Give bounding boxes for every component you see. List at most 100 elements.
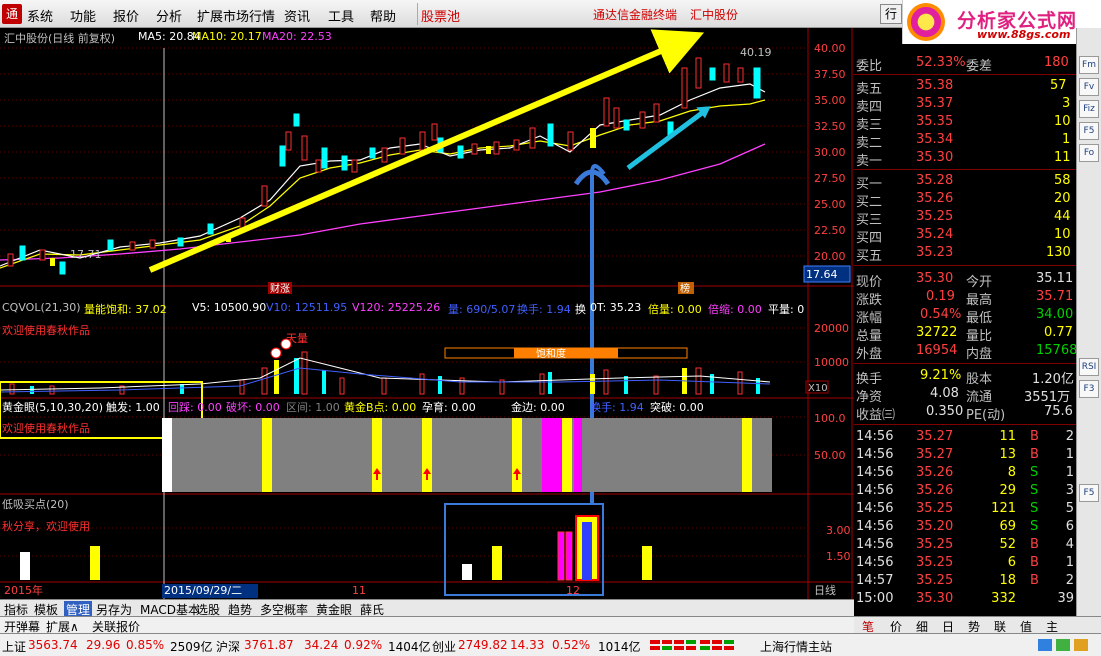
tick-price: 35.27: [916, 447, 954, 462]
ask-row[interactable]: 卖三 35.35 10: [854, 113, 1076, 133]
toolbar-fo-button[interactable]: Fo: [1079, 144, 1099, 162]
menu-system[interactable]: 系统: [27, 6, 53, 25]
tick-price: 35.26: [916, 465, 954, 480]
svg-text:32.50: 32.50: [814, 120, 846, 133]
sz-index-label[interactable]: 沪深: [216, 638, 240, 655]
bid-row[interactable]: 买一 35.28 58: [854, 172, 1076, 192]
toolbar-rsi-button[interactable]: RSI: [1079, 358, 1099, 376]
date-axis: 2015年 2015/09/29/二 11 12 日线: [4, 583, 836, 598]
sh-index-label[interactable]: 上证: [2, 638, 26, 655]
ask-row[interactable]: 卖二 35.34 1: [854, 131, 1076, 151]
toolbar-fv-button[interactable]: Fv: [1079, 78, 1099, 96]
sz-index-value: 3761.87: [244, 638, 294, 652]
ask-row[interactable]: 卖四 35.37 3: [854, 95, 1076, 115]
svg-text:100.0: 100.0: [814, 412, 846, 425]
golden-eye-title: 黄金眼(5,10,30,20): [2, 401, 104, 414]
eye-welcome: 欢迎使用春秋作品: [2, 422, 90, 435]
low-buy-share: 秋分享，欢迎使用: [2, 520, 90, 533]
tick-row[interactable]: 14:56 35.26 8 S 1: [854, 464, 1076, 482]
tag-right[interactable]: 榜: [680, 282, 690, 295]
order-ratio-row: 委比 52.33% 委差 180: [854, 54, 1076, 74]
toolbar-f5-button[interactable]: F5: [1079, 122, 1099, 140]
cy-index-label[interactable]: 创业: [432, 638, 456, 655]
volume-marker-icon: [270, 347, 282, 359]
bid-row[interactable]: 买二 35.26 20: [854, 190, 1076, 210]
order-diff-label: 委差: [966, 59, 993, 74]
toolbar-fm-button[interactable]: Fm: [1079, 56, 1099, 74]
x10-label[interactable]: X10: [808, 383, 828, 394]
right-toolbar: Fm Fv Fiz F5 Fo RSI F3 F5: [1076, 28, 1101, 618]
tick-volume: 11: [999, 429, 1016, 444]
candlesticks: [7, 57, 761, 275]
tick-side: S: [1030, 465, 1039, 480]
menu-tools[interactable]: 工具: [328, 6, 354, 25]
tick-volume: 121: [991, 501, 1016, 516]
menu-help[interactable]: 帮助: [370, 6, 396, 25]
vol-label-v5: V5: 10500.90: [192, 301, 267, 314]
low-buy-yaxis: 3.00 1.50: [826, 524, 851, 563]
volume-panel-title: CQVOL(21,30): [2, 301, 81, 314]
toolbar-f5b-button[interactable]: F5: [1079, 484, 1099, 502]
svg-text:2015年: 2015年: [4, 583, 43, 597]
trade-button[interactable]: 行: [880, 4, 902, 24]
tick-time: 14:56: [856, 519, 894, 534]
tick-time: 14:56: [856, 447, 894, 462]
tick-side: S: [1030, 483, 1039, 498]
vol-label-v120: V120: 25225.26: [352, 301, 441, 314]
tick-price: 35.27: [916, 429, 954, 444]
cy-index-percent: 0.52%: [552, 638, 591, 652]
tick-row[interactable]: 14:56 35.27 11 B 2: [854, 428, 1076, 446]
svg-text:22.50: 22.50: [814, 224, 846, 237]
tick-row[interactable]: 14:56 35.26 29 S 3: [854, 482, 1076, 500]
ask-row[interactable]: 卖五 35.38 57: [854, 77, 1076, 97]
status-bar: 上证 3563.74 29.96 0.85% 2509亿 沪深 3761.87 …: [0, 633, 1101, 656]
bid-row[interactable]: 买三 35.25 44: [854, 208, 1076, 228]
tick-time: 14:56: [856, 501, 894, 516]
golden-eye-magenta-bar: [542, 418, 562, 492]
vol-welcome: 欢迎使用春秋作品: [2, 324, 90, 337]
tick-side: S: [1030, 519, 1039, 534]
sh-index-value: 3563.74: [28, 638, 78, 652]
eye-label-trigger: 触发: 1.00: [106, 401, 160, 414]
vol-label-volume: 量: 690/5.07: [448, 303, 516, 316]
eye-label-golden-edge: 金边: 0.00: [511, 401, 565, 414]
golden-eye-yaxis: 100.0 50.00: [814, 412, 846, 462]
tick-price: 35.25: [916, 537, 954, 552]
menu-analysis[interactable]: 分析: [156, 6, 182, 25]
tick-price: 35.25: [916, 501, 954, 516]
menu-quote[interactable]: 报价: [113, 6, 139, 25]
tick-row[interactable]: 14:56 35.27 13 B 1: [854, 446, 1076, 464]
menu-news[interactable]: 资讯: [284, 6, 310, 25]
svg-text:30.00: 30.00: [814, 146, 846, 159]
menu-stock-pool[interactable]: 股票池: [421, 6, 460, 25]
tick-row[interactable]: 14:56 35.25 6 B 1: [854, 554, 1076, 572]
order-diff-value: 180: [1044, 55, 1069, 70]
app-icon[interactable]: 通: [2, 4, 22, 24]
svg-text:25.00: 25.00: [814, 198, 846, 211]
tick-row[interactable]: 14:56 35.25 52 B 4: [854, 536, 1076, 554]
toolbar-tick-button[interactable]: Fiz: [1079, 100, 1099, 118]
stat-row: 涨幅 0.54% 最低 34.00: [856, 307, 1074, 326]
tick-price: 35.25: [916, 573, 954, 588]
indicator-tabs: 指标 模板 管理 另存为 MACD基本 选股 趋势 多空概率 黄金眼 薛氏: [0, 599, 854, 618]
svg-text:37.50: 37.50: [814, 68, 846, 81]
sz-index-amount: 1404亿: [388, 640, 431, 654]
bid-row[interactable]: 买四 35.24 10: [854, 226, 1076, 246]
toolbar-f3-button[interactable]: F3: [1079, 380, 1099, 398]
menu-extended-market[interactable]: 扩展市场行情: [197, 6, 275, 25]
tick-row[interactable]: 14:56 35.20 69 S 6: [854, 518, 1076, 536]
tick-row[interactable]: 14:57 35.25 18 B 2: [854, 572, 1076, 590]
golden-eye-magenta-bar: [574, 418, 582, 492]
golden-eye-white-bar: [162, 418, 172, 492]
ma10-label: MA10: 20.17: [192, 30, 262, 43]
tick-row[interactable]: 14:56 35.25 121 S 5: [854, 500, 1076, 518]
tag-left[interactable]: 财涨: [270, 282, 290, 295]
menu-function[interactable]: 功能: [70, 6, 96, 25]
server-name[interactable]: 上海行情主站: [760, 638, 832, 655]
tick-row[interactable]: 15:00 35.30 332 39: [854, 590, 1076, 608]
tick-count: 1: [1065, 465, 1074, 480]
eye-label-turnover: 换手: 1.94: [590, 401, 644, 414]
ask-row[interactable]: 卖一 35.30 11: [854, 149, 1076, 169]
tick-price: 35.26: [916, 483, 954, 498]
bid-row[interactable]: 买五 35.23 130: [854, 244, 1076, 264]
